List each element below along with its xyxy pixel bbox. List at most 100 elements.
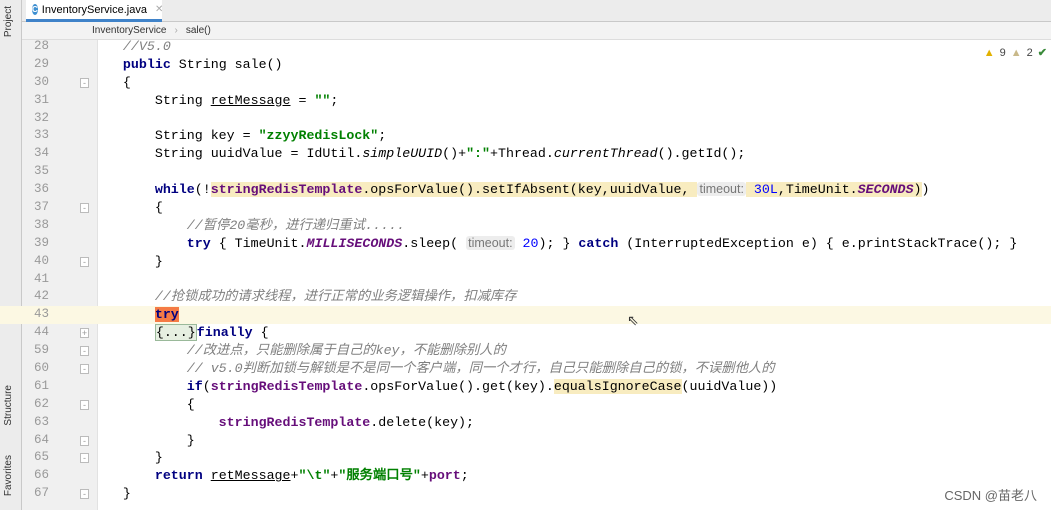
- code-token: return: [154, 468, 203, 484]
- code-text: }: [91, 253, 163, 271]
- code-line[interactable]: 60 - // v5.0判断加锁与解锁是不是同一个客户端，同一个才行，自己只能删除…: [0, 360, 1051, 378]
- code-token: ;: [378, 128, 387, 144]
- line-number: 32: [33, 110, 49, 125]
- fold-collapse-icon[interactable]: -: [80, 399, 89, 410]
- code-line[interactable]: 33 String key = "zzyyRedisLock";: [0, 127, 1051, 145]
- code-text: stringRedisTemplate.delete(key);: [91, 414, 474, 432]
- line-number: 66: [33, 468, 49, 483]
- code-token: public: [122, 56, 171, 72]
- code-line[interactable]: 63 stringRedisTemplate.delete(key);: [0, 414, 1051, 432]
- weak-warning-count: 2: [1026, 46, 1033, 59]
- line-number: 37: [33, 200, 49, 215]
- line-number: 31: [33, 92, 49, 107]
- code-token: (: [202, 378, 211, 394]
- project-tool-button[interactable]: Project: [3, 6, 14, 37]
- breadcrumb-class[interactable]: InventoryService: [92, 25, 166, 36]
- code-line[interactable]: 59 - //改进点，只能删除属于自己的key，不能删除别人的: [0, 342, 1051, 360]
- fold-collapse-icon[interactable]: -: [80, 77, 89, 88]
- code-token: ().getId();: [657, 146, 746, 162]
- code-token: equalsIgnoreCase: [553, 378, 682, 394]
- fold-collapse-icon[interactable]: -: [80, 435, 89, 446]
- code-token: if: [186, 378, 203, 394]
- parameter-hint: timeout:: [466, 235, 515, 250]
- code-token: (uuidValue)): [681, 378, 778, 394]
- code-token: .sleep(: [402, 235, 467, 251]
- code-line[interactable]: 37 - {: [0, 199, 1051, 217]
- fold-collapse-icon[interactable]: -: [80, 364, 89, 375]
- code-token: {...}: [154, 324, 197, 342]
- code-text: public String sale(): [91, 56, 283, 74]
- code-line[interactable]: 40 - }: [0, 253, 1051, 271]
- code-text: }: [91, 485, 131, 503]
- code-line[interactable]: 65 - }: [0, 449, 1051, 467]
- line-number: 29: [33, 56, 49, 71]
- code-token: //改进点，只能删除属于自己的key，不能删除别人的: [186, 343, 506, 359]
- warning-count: 9: [999, 46, 1006, 59]
- close-tab-icon[interactable]: ✕: [155, 4, 163, 15]
- code-line[interactable]: 64 - }: [0, 432, 1051, 450]
- line-number: 65: [33, 450, 49, 465]
- code-text: }: [91, 449, 163, 467]
- inspection-widget[interactable]: ▲ 9 ▲ 2 ✔: [983, 46, 1047, 60]
- code-line[interactable]: 34 String uuidValue = IdUtil.simpleUUID(…: [0, 145, 1051, 163]
- line-number: 67: [33, 486, 49, 501]
- code-token: +: [420, 468, 429, 484]
- code-line[interactable]: 62 - {: [0, 396, 1051, 414]
- code-line[interactable]: 31 String retMessage = "";: [0, 92, 1051, 110]
- code-token: ":": [466, 146, 491, 162]
- code-token: String uuidValue = IdUtil.: [91, 146, 363, 162]
- code-token: port: [428, 468, 461, 484]
- code-line[interactable]: 38 //暂停20毫秒，进行递归重试.....: [0, 217, 1051, 235]
- code-line[interactable]: 39 try { TimeUnit.MILLISECONDS.sleep( ti…: [0, 235, 1051, 253]
- code-line[interactable]: 32: [0, 110, 1051, 128]
- code-line[interactable]: 66 return retMessage+"\t"+"服务端口号"+port;: [0, 467, 1051, 485]
- code-line[interactable]: 43 try: [0, 306, 1051, 325]
- code-token: ()+: [442, 146, 467, 162]
- code-text: {...}finally {: [91, 324, 269, 342]
- code-line[interactable]: 41: [0, 271, 1051, 289]
- fold-collapse-icon[interactable]: -: [80, 489, 89, 500]
- fold-collapse-icon[interactable]: -: [80, 453, 89, 464]
- code-token: 20: [514, 235, 539, 251]
- fold-collapse-icon[interactable]: -: [80, 256, 89, 267]
- code-line[interactable]: 44 + {...}finally {: [0, 324, 1051, 342]
- tab-inventoryservice[interactable]: C InventoryService.java ✕: [26, 0, 163, 22]
- code-token: String key =: [91, 128, 259, 144]
- code-line[interactable]: 29 public String sale(): [0, 56, 1051, 74]
- fold-collapse-icon[interactable]: -: [80, 203, 89, 214]
- code-token: .delete(key);: [370, 414, 475, 430]
- code-token: +: [290, 468, 299, 484]
- code-text: //抢锁成功的请求线程，进行正常的业务逻辑操作，扣减库存: [91, 288, 517, 306]
- code-token: ); }: [538, 235, 579, 251]
- code-token: ,TimeUnit.: [777, 182, 858, 198]
- code-line[interactable]: 35: [0, 163, 1051, 181]
- code-line[interactable]: 42 //抢锁成功的请求线程，进行正常的业务逻辑操作，扣减库存: [0, 288, 1051, 306]
- code-line[interactable]: 36 while(!stringRedisTemplate.opsForValu…: [0, 181, 1051, 199]
- code-line[interactable]: 30 - {: [0, 74, 1051, 92]
- warning-icon: ▲: [983, 46, 995, 59]
- fold-expand-icon[interactable]: +: [80, 328, 89, 339]
- fold-collapse-icon[interactable]: -: [80, 346, 89, 357]
- code-token: // v5.0判断加锁与解锁是不是同一个客户端，同一个才行，自己只能删除自己的锁…: [186, 361, 775, 377]
- code-text: // v5.0判断加锁与解锁是不是同一个客户端，同一个才行，自己只能删除自己的锁…: [91, 360, 775, 378]
- code-token: finally: [196, 325, 253, 341]
- breadcrumb-method[interactable]: sale(): [186, 25, 211, 36]
- line-number: 35: [33, 164, 49, 179]
- code-text: }: [91, 432, 195, 450]
- code-editor[interactable]: 28 //V5.0 29 public String sale() 30- {31 …: [0, 38, 1051, 503]
- code-text: {: [91, 74, 131, 92]
- code-token: {: [252, 325, 269, 341]
- code-line[interactable]: 61 if(stringRedisTemplate.opsForValue().…: [0, 378, 1051, 396]
- code-line[interactable]: 28 //V5.0: [0, 38, 1051, 56]
- parameter-hint: timeout:: [697, 182, 746, 197]
- code-line[interactable]: 67 - }: [0, 485, 1051, 503]
